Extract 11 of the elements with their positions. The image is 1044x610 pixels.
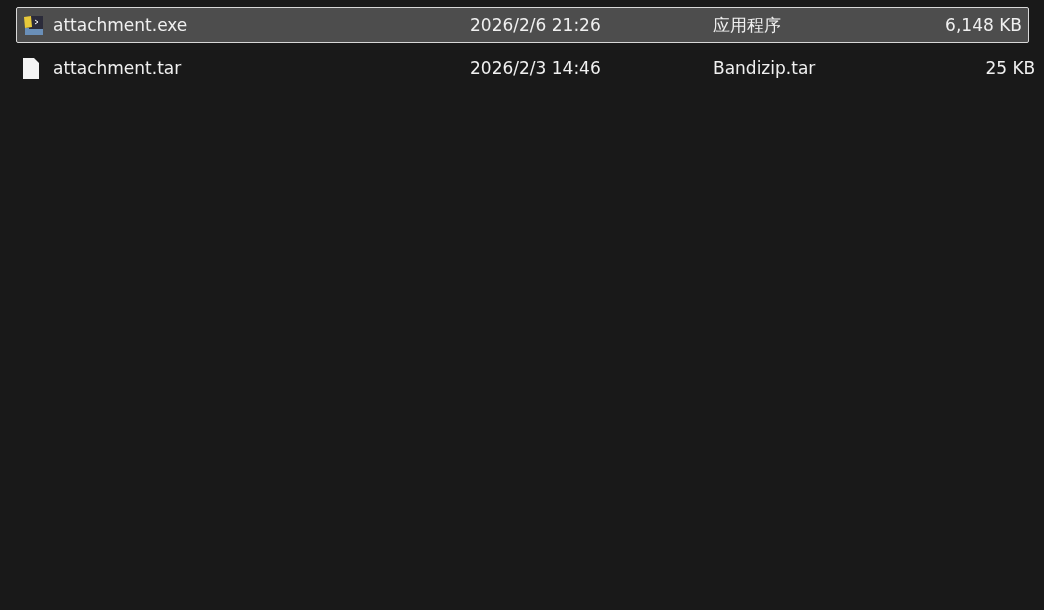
file-name: attachment.exe [53, 15, 189, 35]
file-size: 6,148 KB [944, 15, 1022, 35]
file-size: 25 KB [984, 58, 1036, 78]
modified-date: 2026/2/6 21:26 [470, 15, 602, 35]
file-name: attachment.tar [53, 58, 183, 78]
application-icon [23, 14, 45, 36]
file-icon [23, 57, 39, 79]
file-row[interactable]: attachment.exe 2026/2/6 21:26 应用程序 6,148 KB [16, 7, 1029, 43]
file-type: Bandizip.tar [713, 58, 816, 78]
modified-date: 2026/2/3 14:46 [470, 58, 602, 78]
file-type: 应用程序 [713, 13, 782, 37]
